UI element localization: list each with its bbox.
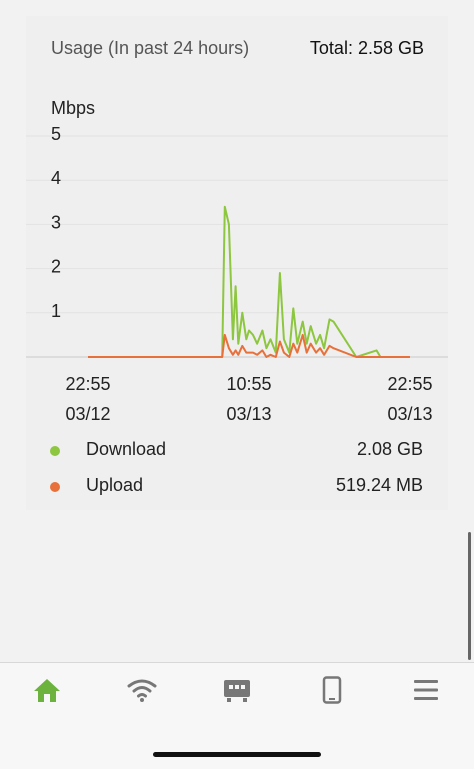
legend-name-upload: Upload — [86, 475, 144, 495]
home-indicator — [153, 752, 321, 757]
usage-chart: 1 2 3 4 5 — [26, 124, 448, 358]
legend-value-download: 2.08 GB — [356, 439, 423, 459]
wifi-icon — [127, 679, 157, 702]
home-icon — [34, 679, 60, 702]
usage-card: Usage (In past 24 hours) Total: 2.58 GB … — [26, 16, 448, 510]
tab-home[interactable] — [27, 675, 67, 705]
x-tick-time: 22:55 — [387, 374, 433, 394]
series-line-upload — [88, 333, 410, 358]
x-tick-time: 22:55 — [65, 374, 111, 394]
legend-dot-upload — [50, 482, 60, 492]
x-tick-time: 10:55 — [226, 374, 272, 394]
legend-upload: Upload 519.24 MB — [26, 472, 448, 502]
tab-router[interactable] — [217, 675, 257, 705]
menu-icon — [414, 680, 438, 700]
series-line-download — [88, 205, 410, 358]
legend-download: Download 2.08 GB — [26, 436, 448, 466]
y-tick-label: 1 — [51, 301, 61, 321]
y-tick-label: 3 — [51, 212, 61, 232]
router-icon — [224, 680, 250, 702]
phone-icon — [322, 676, 342, 704]
x-tick-date: 03/13 — [226, 404, 272, 424]
y-tick-label: 5 — [51, 124, 61, 144]
legend-value-upload: 519.24 MB — [335, 475, 423, 495]
x-tick-date: 03/12 — [65, 404, 111, 424]
scrollbar[interactable] — [468, 532, 471, 660]
legend-name-download: Download — [86, 439, 167, 459]
tab-devices[interactable] — [312, 675, 352, 705]
tab-menu[interactable] — [406, 675, 446, 705]
legend-dot-download — [50, 446, 60, 456]
x-tick-date: 03/13 — [387, 404, 433, 424]
tab-wifi[interactable] — [122, 675, 162, 705]
y-tick-label: 4 — [51, 168, 61, 188]
y-tick-label: 2 — [51, 257, 61, 277]
